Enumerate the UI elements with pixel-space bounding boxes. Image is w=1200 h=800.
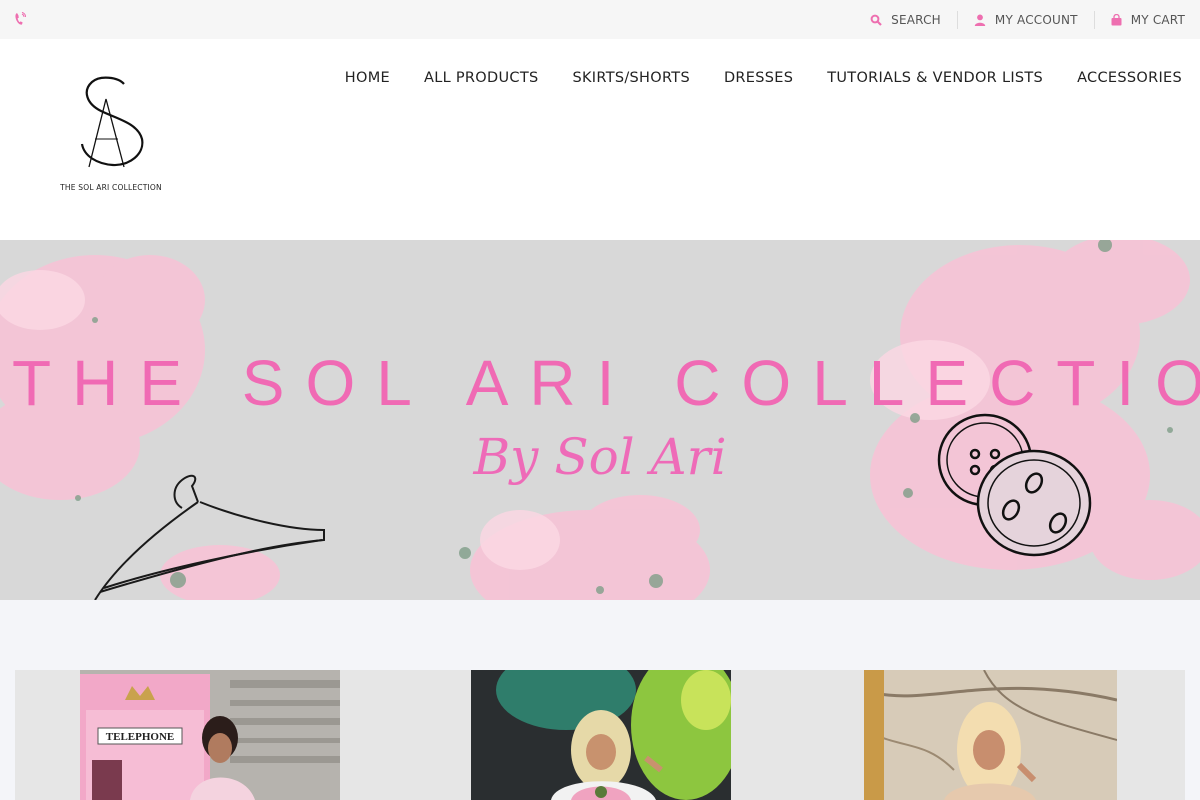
phone-icon[interactable] [14,12,26,26]
hero-watercolor-background [0,240,1200,600]
nav-all-products[interactable]: ALL PRODUCTS [424,70,538,86]
nav-tutorials-vendor-lists[interactable]: TUTORIALS & VENDOR LISTS [827,70,1043,86]
product-image-2 [471,670,731,800]
nav-accessories[interactable]: ACCESSORIES [1077,70,1182,86]
hero-title: THE SOL ARI COLLECTION [12,347,1200,419]
product-card-1[interactable]: TELEPHONE [80,670,340,800]
main-nav: HOME ALL PRODUCTS SKIRTS/SHORTS DRESSES … [311,70,1182,86]
product-image-1: TELEPHONE [80,670,340,800]
my-cart-link[interactable]: MY CART [1093,10,1185,29]
search-icon [870,14,882,26]
telephone-sign: TELEPHONE [106,731,174,743]
user-icon [974,14,986,26]
site-logo[interactable]: THE SOL ARI COLLECTION [58,75,164,199]
product-card-2[interactable] [471,670,731,800]
top-utility-bar: SEARCH MY ACCOUNT MY CART [0,0,1200,39]
nav-skirts-shorts[interactable]: SKIRTS/SHORTS [572,70,689,86]
hero-subtitle: By Sol Ari [473,428,727,486]
search-link[interactable]: SEARCH [854,11,957,29]
my-cart-label: MY CART [1130,12,1185,27]
product-grid: TELEPHONE [15,670,1185,800]
site-header: THE SOL ARI COLLECTION HOME ALL PRODUCTS… [0,39,1200,240]
cart-icon [1111,13,1122,25]
my-account-label: MY ACCOUNT [994,12,1078,27]
hero-banner: THE SOL ARI COLLECTION By Sol Ari [0,240,1200,600]
my-account-link[interactable]: MY ACCOUNT [956,10,1094,29]
search-label: SEARCH [891,12,941,27]
logo-monogram [80,76,144,168]
nav-dresses[interactable]: DRESSES [724,70,793,86]
nav-home[interactable]: HOME [345,70,390,86]
product-card-3[interactable] [864,670,1117,800]
product-image-3 [864,670,1117,800]
logo-caption: THE SOL ARI COLLECTION [60,183,162,192]
